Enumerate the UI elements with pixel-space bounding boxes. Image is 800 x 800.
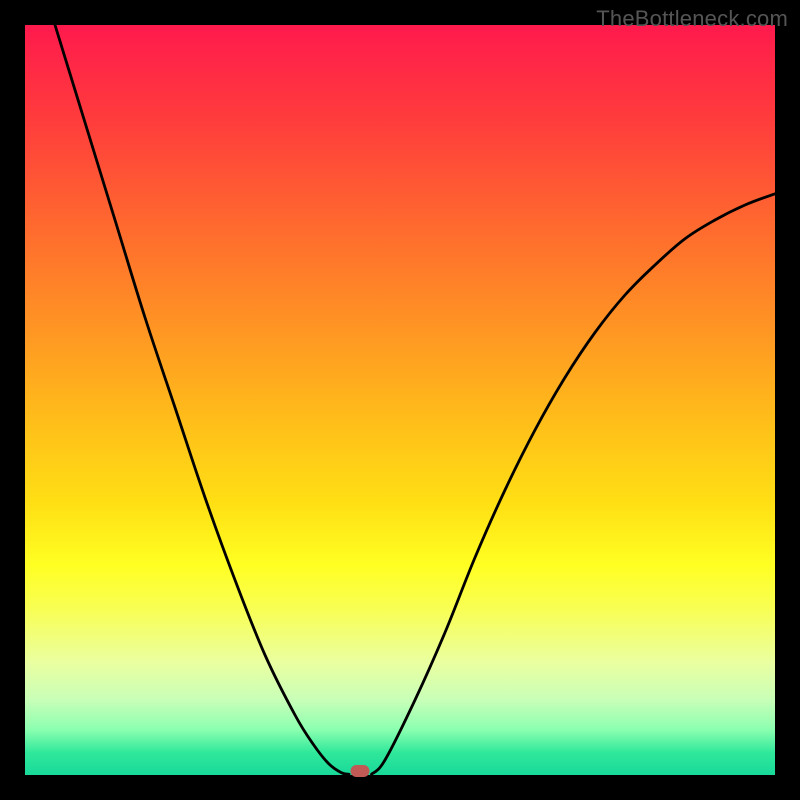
chart-frame: TheBottleneck.com	[0, 0, 800, 800]
curve-left-branch	[55, 25, 349, 774]
curve-right-branch	[372, 194, 776, 775]
watermark-label: TheBottleneck.com	[596, 6, 788, 32]
plot-area	[25, 25, 775, 775]
curve-layer	[25, 25, 775, 775]
minimum-marker	[351, 765, 370, 777]
